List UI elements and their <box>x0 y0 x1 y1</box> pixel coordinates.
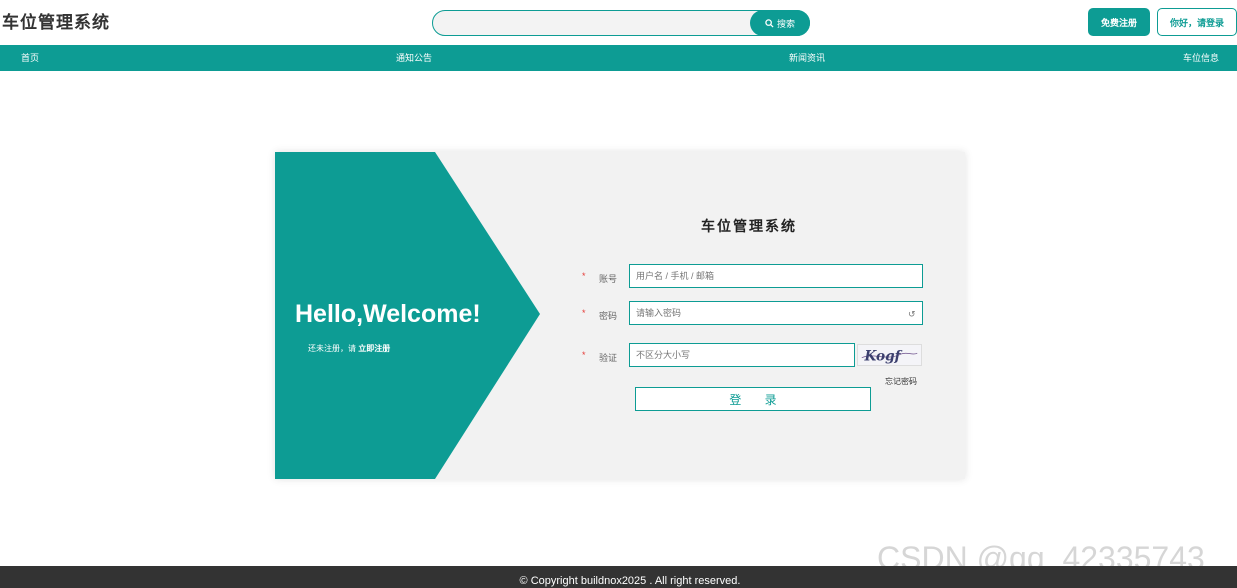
nav-item-home[interactable]: 首页 <box>21 45 39 71</box>
copyright-text: © Copyright buildnox2025 . All right res… <box>519 575 741 587</box>
register-now-link[interactable]: 立即注册 <box>358 344 390 353</box>
captcha-image[interactable]: Kogf <box>857 344 922 366</box>
welcome-heading: Hello,Welcome! <box>295 300 481 328</box>
captcha-input[interactable] <box>629 343 855 367</box>
captcha-code: Kogf <box>864 348 903 364</box>
page: 车位管理系统 搜索 免费注册 你好，请登录 首页 通知公告 新闻资讯 车位信息 … <box>0 0 1237 588</box>
password-label: 密码 <box>599 311 618 321</box>
eye-toggle-icon[interactable]: ↺ <box>908 309 916 320</box>
main-nav: 首页 通知公告 新闻资讯 车位信息 <box>0 45 1237 71</box>
search-button-label: 搜索 <box>776 18 795 29</box>
search-input[interactable] <box>443 14 743 32</box>
login-panel: Hello,Welcome! 还未注册，请 立即注册 车位管理系统 * 账号 *… <box>275 152 965 479</box>
login-submit-button[interactable]: 登 录 <box>635 387 871 411</box>
required-mark: * <box>582 350 586 360</box>
search-bar: 搜索 <box>432 10 810 36</box>
nav-item-parking-info[interactable]: 车位信息 <box>1183 45 1219 71</box>
account-label: 账号 <box>599 274 618 284</box>
site-brand: 车位管理系统 <box>2 13 110 33</box>
login-button[interactable]: 你好，请登录 <box>1157 8 1237 36</box>
nav-item-news[interactable]: 新闻资讯 <box>789 45 825 71</box>
login-form-title: 车位管理系统 <box>701 219 797 235</box>
nav-item-notices[interactable]: 通知公告 <box>396 45 432 71</box>
password-input[interactable] <box>629 301 923 325</box>
footer: © Copyright buildnox2025 . All right res… <box>0 566 1237 588</box>
search-button[interactable]: 搜索 <box>750 10 810 36</box>
required-mark: * <box>582 271 586 281</box>
captcha-label: 验证 <box>599 353 618 363</box>
register-prompt-text: 还未注册，请 <box>308 344 359 353</box>
register-button[interactable]: 免费注册 <box>1088 8 1150 36</box>
account-input[interactable] <box>629 264 923 288</box>
forgot-password-link[interactable]: 忘记密码 <box>885 376 917 387</box>
register-prompt: 还未注册，请 立即注册 <box>308 343 390 354</box>
required-mark: * <box>582 308 586 318</box>
search-icon <box>765 18 774 28</box>
